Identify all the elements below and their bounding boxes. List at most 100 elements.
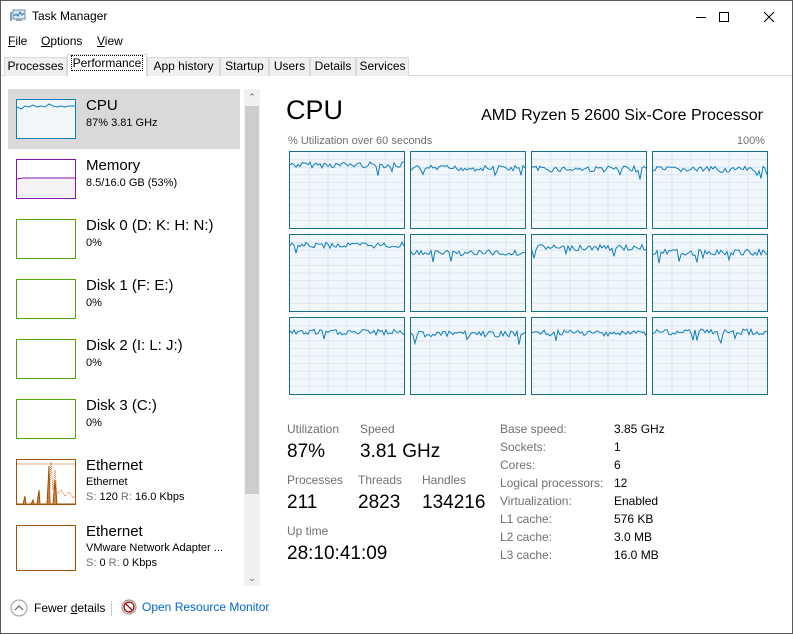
- tab-users-label: Users: [273, 59, 306, 73]
- send-label: S:: [86, 491, 97, 503]
- open-resource-monitor-link[interactable]: Open Resource Monitor: [121, 599, 269, 615]
- cpu-thumbnail-graph: [16, 99, 76, 139]
- logical-processor-graph: [652, 317, 769, 396]
- menu-options-accel: O: [41, 34, 51, 48]
- tab-performance[interactable]: Performance: [67, 54, 147, 76]
- tab-details[interactable]: Details: [310, 57, 356, 76]
- cpu-model-name: AMD Ryzen 5 2600 Six-Core Processor: [481, 107, 763, 124]
- spec-value: 1: [614, 440, 621, 454]
- utilization-label: Utilization: [287, 422, 340, 436]
- title-bar[interactable]: Task Manager: [1, 1, 792, 32]
- spec-label: L3 cache:: [500, 548, 553, 562]
- maximize-button[interactable]: [701, 1, 747, 32]
- spec-label: Logical processors:: [500, 476, 604, 490]
- utilization-value: 87%: [287, 441, 326, 462]
- chevron-up-icon: ⌃: [248, 92, 256, 102]
- logical-processor-graph: [531, 151, 648, 230]
- logical-processor-graph: [652, 151, 769, 230]
- resource-detail: 0%: [86, 417, 102, 429]
- spec-value: 6: [614, 458, 621, 472]
- processes-label: Processes: [287, 473, 344, 487]
- scroll-down-button[interactable]: ⌄: [244, 570, 260, 586]
- resource-item-disk-0[interactable]: Disk 0 (D: K: H: N:) 0%: [8, 209, 240, 269]
- resource-name: Ethernet: [86, 523, 143, 540]
- resource-detail: 87% 3.81 GHz: [86, 117, 158, 129]
- fewer-details-button[interactable]: Fewer details: [10, 599, 105, 617]
- graph-max-label: 100%: [736, 135, 765, 147]
- receive-value: 0 Kbps: [122, 557, 157, 569]
- menu-options[interactable]: Options: [41, 34, 82, 48]
- menu-view[interactable]: View: [97, 34, 123, 48]
- window-title: Task Manager: [32, 9, 108, 23]
- tab-performance-label: Performance: [70, 55, 144, 71]
- task-manager-window: Task Manager File Options View Processes…: [0, 0, 793, 634]
- resource-detail: Ethernet: [86, 476, 128, 488]
- spec-label: Sockets:: [500, 440, 547, 454]
- threads-value: 2823: [358, 492, 401, 513]
- scroll-up-button[interactable]: ⌃: [244, 89, 260, 105]
- utilization-trace: [410, 152, 527, 230]
- resource-item-disk-2[interactable]: Disk 2 (I: L: J:) 0%: [8, 329, 240, 389]
- resource-name: Ethernet: [86, 457, 143, 474]
- resource-item-disk-3[interactable]: Disk 3 (C:) 0%: [8, 389, 240, 449]
- tab-details-label: Details: [314, 59, 352, 73]
- graph-caption: % Utilization over 60 seconds: [288, 135, 433, 147]
- resource-monitor-icon: [121, 599, 137, 615]
- utilization-trace: [410, 235, 527, 313]
- resource-item-ethernet[interactable]: Ethernet Ethernet S: 120 R: 16.0 Kbps: [8, 449, 240, 509]
- spec-label: L1 cache:: [500, 512, 553, 526]
- receive-value: 16.0 Kbps: [134, 491, 185, 503]
- tab-services-label: Services: [359, 59, 406, 73]
- handles-label: Handles: [422, 473, 467, 487]
- utilization-trace: [652, 152, 769, 230]
- ethernet-thumbnail-graph: [16, 459, 76, 505]
- memory-thumbnail-line: [16, 177, 75, 198]
- logical-processor-graph: [289, 317, 406, 396]
- open-resource-monitor-label: Open Resource Monitor: [142, 600, 270, 614]
- tab-users[interactable]: Users: [269, 57, 310, 76]
- spec-value: 3.85 GHz: [614, 422, 665, 436]
- speed-value: 3.81 GHz: [360, 441, 441, 462]
- task-manager-app-icon: [10, 9, 26, 21]
- disk-thumbnail-graph: [16, 219, 76, 259]
- speed-label: Speed: [360, 422, 395, 436]
- resource-item-cpu[interactable]: CPU 87% 3.81 GHz: [8, 89, 240, 149]
- resource-name: Disk 1 (F: E:): [86, 277, 174, 294]
- resource-item-disk-1[interactable]: Disk 1 (F: E:) 0%: [8, 269, 240, 329]
- tab-services[interactable]: Services: [356, 57, 409, 76]
- menu-file[interactable]: File: [8, 34, 27, 48]
- receive-label: R:: [120, 491, 132, 503]
- close-button[interactable]: [746, 1, 792, 32]
- utilization-trace: [531, 318, 648, 396]
- resource-name: CPU: [86, 97, 118, 114]
- tab-processes-label: Processes: [7, 59, 64, 73]
- resource-list: CPU 87% 3.81 GHz Memory 8.5/16.0 GB (53%…: [2, 87, 242, 587]
- tab-processes[interactable]: Processes: [4, 57, 67, 76]
- resource-detail: 8.5/16.0 GB (53%): [86, 177, 178, 189]
- ethernet-thumbnail-graph: [16, 525, 76, 571]
- tab-startup[interactable]: Startup: [220, 57, 269, 76]
- resource-item-memory[interactable]: Memory 8.5/16.0 GB (53%): [8, 149, 240, 209]
- send-value: 120: [99, 491, 118, 503]
- spec-label: L2 cache:: [500, 530, 553, 544]
- resource-detail: 0%: [86, 297, 102, 309]
- utilization-trace: [289, 152, 406, 230]
- uptime-label: Up time: [287, 524, 329, 538]
- utilization-trace: [289, 318, 406, 396]
- logical-processor-graph: [410, 317, 527, 396]
- utilization-trace: [531, 152, 648, 230]
- collapse-chevron-icon: [10, 599, 28, 617]
- tab-strip: Processes Performance App history Startu…: [1, 54, 792, 76]
- logical-processor-graph: [289, 234, 406, 313]
- footer: Fewer details Open Resource Monitor: [1, 595, 792, 625]
- cpu-thumbnail-line: [16, 103, 75, 110]
- scrollbar-thumb[interactable]: [245, 106, 259, 494]
- resource-item-ethernet-vmware[interactable]: Ethernet VMware Network Adapter ... S: 0…: [8, 515, 240, 575]
- menu-view-label: iew: [104, 34, 123, 48]
- resource-detail: 0%: [86, 237, 102, 249]
- tab-app-history-label: App history: [153, 59, 214, 73]
- sidebar-scrollbar[interactable]: ⌃ ⌄: [244, 89, 260, 586]
- resource-throughput: S: 0 R: 0 Kbps: [86, 557, 157, 569]
- tab-app-history[interactable]: App history: [147, 57, 220, 76]
- logical-processor-graph: [410, 151, 527, 230]
